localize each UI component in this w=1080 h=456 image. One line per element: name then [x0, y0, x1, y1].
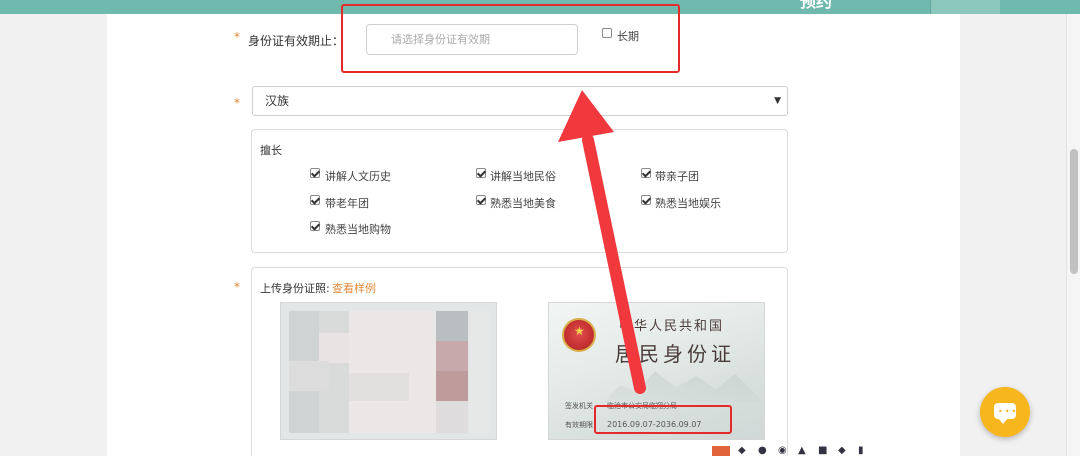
toolbar-icon[interactable]: ▲	[798, 446, 810, 456]
toolbar-icon[interactable]: ◉	[778, 446, 790, 456]
toolbar-icon[interactable]: ●	[758, 446, 770, 456]
toolbar-icon[interactable]: ▮	[858, 446, 870, 456]
app-logo-icon[interactable]	[712, 446, 730, 456]
chat-button[interactable]: •••	[980, 387, 1030, 437]
toolbar-icon[interactable]: ◆	[838, 446, 850, 456]
bottom-toolbar: ◆ ● ◉ ▲ ■ ◆ ▮	[712, 446, 870, 456]
arrow-annotation	[558, 90, 646, 394]
toolbar-icon[interactable]: ■	[818, 446, 830, 456]
toolbar-icon[interactable]: ◆	[738, 446, 750, 456]
